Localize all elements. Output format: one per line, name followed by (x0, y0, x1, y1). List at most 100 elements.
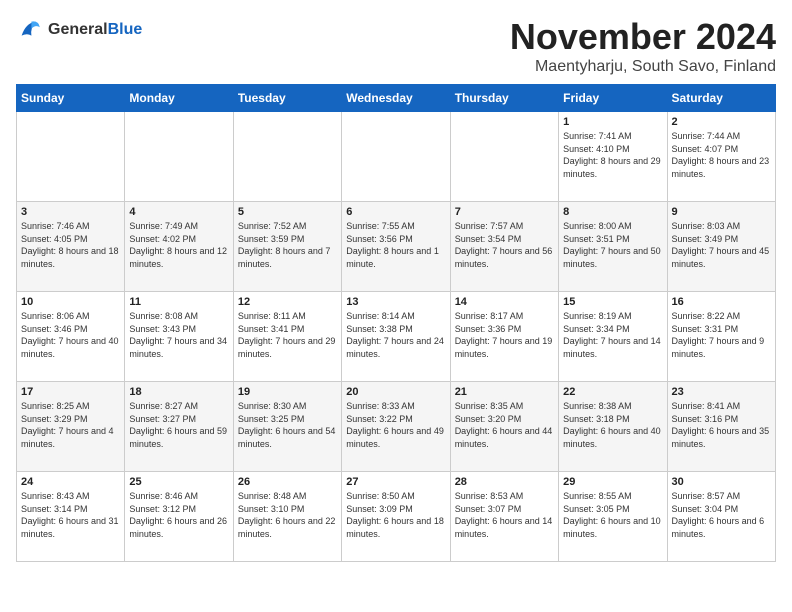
calendar-cell: 16 Sunrise: 8:22 AM Sunset: 3:31 PM Dayli… (667, 292, 775, 382)
day-info: Sunrise: 8:14 AM Sunset: 3:38 PM Dayligh… (346, 310, 445, 360)
calendar-week-5: 24 Sunrise: 8:43 AM Sunset: 3:14 PM Dayli… (17, 472, 776, 562)
weekday-header-monday: Monday (125, 85, 233, 112)
day-number: 29 (563, 476, 662, 488)
day-info: Sunrise: 7:41 AM Sunset: 4:10 PM Dayligh… (563, 130, 662, 180)
day-number: 25 (129, 476, 228, 488)
day-info: Sunrise: 8:33 AM Sunset: 3:22 PM Dayligh… (346, 400, 445, 450)
calendar-cell (17, 112, 125, 202)
calendar-cell: 11 Sunrise: 8:08 AM Sunset: 3:43 PM Dayli… (125, 292, 233, 382)
day-number: 15 (563, 296, 662, 308)
calendar-cell: 5 Sunrise: 7:52 AM Sunset: 3:59 PM Daylig… (233, 202, 341, 292)
day-info: Sunrise: 8:11 AM Sunset: 3:41 PM Dayligh… (238, 310, 337, 360)
day-info: Sunrise: 7:52 AM Sunset: 3:59 PM Dayligh… (238, 220, 337, 270)
calendar-cell: 9 Sunrise: 8:03 AM Sunset: 3:49 PM Daylig… (667, 202, 775, 292)
calendar-cell: 24 Sunrise: 8:43 AM Sunset: 3:14 PM Dayli… (17, 472, 125, 562)
logo: GeneralBlue (16, 16, 142, 44)
calendar-cell: 4Sunrise: 7:49 AM Sunset: 4:02 PM Daylig… (125, 202, 233, 292)
day-number: 17 (21, 386, 120, 398)
day-info: Sunrise: 8:35 AM Sunset: 3:20 PM Dayligh… (455, 400, 554, 450)
day-info: Sunrise: 8:03 AM Sunset: 3:49 PM Dayligh… (672, 220, 771, 270)
day-number: 9 (672, 206, 771, 218)
weekday-header-row: SundayMondayTuesdayWednesdayThursdayFrid… (17, 85, 776, 112)
calendar-table: SundayMondayTuesdayWednesdayThursdayFrid… (16, 84, 776, 562)
day-number: 8 (563, 206, 662, 218)
calendar-cell: 18 Sunrise: 8:27 AM Sunset: 3:27 PM Dayli… (125, 382, 233, 472)
day-number: 27 (346, 476, 445, 488)
calendar-cell: 20 Sunrise: 8:33 AM Sunset: 3:22 PM Dayli… (342, 382, 450, 472)
day-info: Sunrise: 8:50 AM Sunset: 3:09 PM Dayligh… (346, 490, 445, 540)
calendar-cell: 3Sunrise: 7:46 AM Sunset: 4:05 PM Daylig… (17, 202, 125, 292)
day-info: Sunrise: 8:41 AM Sunset: 3:16 PM Dayligh… (672, 400, 771, 450)
day-info: Sunrise: 8:19 AM Sunset: 3:34 PM Dayligh… (563, 310, 662, 360)
calendar-cell: 8Sunrise: 8:00 AM Sunset: 3:51 PM Daylig… (559, 202, 667, 292)
calendar-cell: 14Sunrise: 8:17 AM Sunset: 3:36 PM Dayli… (450, 292, 558, 382)
day-number: 26 (238, 476, 337, 488)
day-number: 7 (455, 206, 554, 218)
day-number: 20 (346, 386, 445, 398)
day-info: Sunrise: 8:27 AM Sunset: 3:27 PM Dayligh… (129, 400, 228, 450)
calendar-cell: 25Sunrise: 8:46 AM Sunset: 3:12 PM Dayli… (125, 472, 233, 562)
weekday-header-tuesday: Tuesday (233, 85, 341, 112)
month-title: November 2024 (510, 16, 776, 58)
day-info: Sunrise: 8:57 AM Sunset: 3:04 PM Dayligh… (672, 490, 771, 540)
day-number: 16 (672, 296, 771, 308)
day-info: Sunrise: 8:25 AM Sunset: 3:29 PM Dayligh… (21, 400, 120, 450)
day-info: Sunrise: 8:48 AM Sunset: 3:10 PM Dayligh… (238, 490, 337, 540)
calendar-cell (125, 112, 233, 202)
day-number: 24 (21, 476, 120, 488)
calendar-cell (342, 112, 450, 202)
header: GeneralBlue November 2024 Maentyharju, S… (16, 16, 776, 76)
calendar-cell: 21 Sunrise: 8:35 AM Sunset: 3:20 PM Dayli… (450, 382, 558, 472)
day-number: 12 (238, 296, 337, 308)
calendar-week-3: 10 Sunrise: 8:06 AM Sunset: 3:46 PM Dayli… (17, 292, 776, 382)
calendar-cell: 12 Sunrise: 8:11 AM Sunset: 3:41 PM Dayli… (233, 292, 341, 382)
day-info: Sunrise: 8:06 AM Sunset: 3:46 PM Dayligh… (21, 310, 120, 360)
day-number: 21 (455, 386, 554, 398)
calendar-cell: 1 Sunrise: 7:41 AM Sunset: 4:10 PM Daylig… (559, 112, 667, 202)
calendar-cell: 2 Sunrise: 7:44 AM Sunset: 4:07 PM Daylig… (667, 112, 775, 202)
calendar-cell: 15 Sunrise: 8:19 AM Sunset: 3:34 PM Dayli… (559, 292, 667, 382)
day-info: Sunrise: 8:55 AM Sunset: 3:05 PM Dayligh… (563, 490, 662, 540)
calendar-week-2: 3Sunrise: 7:46 AM Sunset: 4:05 PM Daylig… (17, 202, 776, 292)
day-number: 14 (455, 296, 554, 308)
day-number: 11 (129, 296, 228, 308)
calendar-cell: 28Sunrise: 8:53 AM Sunset: 3:07 PM Dayli… (450, 472, 558, 562)
calendar-cell: 13 Sunrise: 8:14 AM Sunset: 3:38 PM Dayli… (342, 292, 450, 382)
day-info: Sunrise: 8:08 AM Sunset: 3:43 PM Dayligh… (129, 310, 228, 360)
calendar-cell: 22 Sunrise: 8:38 AM Sunset: 3:18 PM Dayli… (559, 382, 667, 472)
calendar-header: SundayMondayTuesdayWednesdayThursdayFrid… (17, 85, 776, 112)
logo-general: GeneralBlue (48, 21, 142, 39)
calendar-week-1: 1 Sunrise: 7:41 AM Sunset: 4:10 PM Daylig… (17, 112, 776, 202)
day-number: 10 (21, 296, 120, 308)
logo-bird-icon (16, 16, 44, 44)
day-number: 4 (129, 206, 228, 218)
calendar-cell: 7Sunrise: 7:57 AM Sunset: 3:54 PM Daylig… (450, 202, 558, 292)
weekday-header-wednesday: Wednesday (342, 85, 450, 112)
day-number: 22 (563, 386, 662, 398)
day-info: Sunrise: 7:55 AM Sunset: 3:56 PM Dayligh… (346, 220, 445, 270)
day-info: Sunrise: 8:38 AM Sunset: 3:18 PM Dayligh… (563, 400, 662, 450)
day-info: Sunrise: 8:43 AM Sunset: 3:14 PM Dayligh… (21, 490, 120, 540)
calendar-cell: 6 Sunrise: 7:55 AM Sunset: 3:56 PM Daylig… (342, 202, 450, 292)
day-number: 6 (346, 206, 445, 218)
title-area: November 2024 Maentyharju, South Savo, F… (510, 16, 776, 76)
calendar-cell: 17 Sunrise: 8:25 AM Sunset: 3:29 PM Dayli… (17, 382, 125, 472)
day-number: 1 (563, 116, 662, 128)
calendar-body: 1 Sunrise: 7:41 AM Sunset: 4:10 PM Daylig… (17, 112, 776, 562)
day-number: 3 (21, 206, 120, 218)
day-info: Sunrise: 8:22 AM Sunset: 3:31 PM Dayligh… (672, 310, 771, 360)
day-number: 5 (238, 206, 337, 218)
day-info: Sunrise: 7:44 AM Sunset: 4:07 PM Dayligh… (672, 130, 771, 180)
day-info: Sunrise: 8:30 AM Sunset: 3:25 PM Dayligh… (238, 400, 337, 450)
calendar-cell: 19Sunrise: 8:30 AM Sunset: 3:25 PM Dayli… (233, 382, 341, 472)
weekday-header-saturday: Saturday (667, 85, 775, 112)
calendar-week-4: 17 Sunrise: 8:25 AM Sunset: 3:29 PM Dayli… (17, 382, 776, 472)
calendar-cell: 30Sunrise: 8:57 AM Sunset: 3:04 PM Dayli… (667, 472, 775, 562)
day-number: 23 (672, 386, 771, 398)
day-number: 13 (346, 296, 445, 308)
calendar-cell: 26 Sunrise: 8:48 AM Sunset: 3:10 PM Dayli… (233, 472, 341, 562)
calendar-cell (233, 112, 341, 202)
day-number: 18 (129, 386, 228, 398)
day-number: 2 (672, 116, 771, 128)
weekday-header-sunday: Sunday (17, 85, 125, 112)
